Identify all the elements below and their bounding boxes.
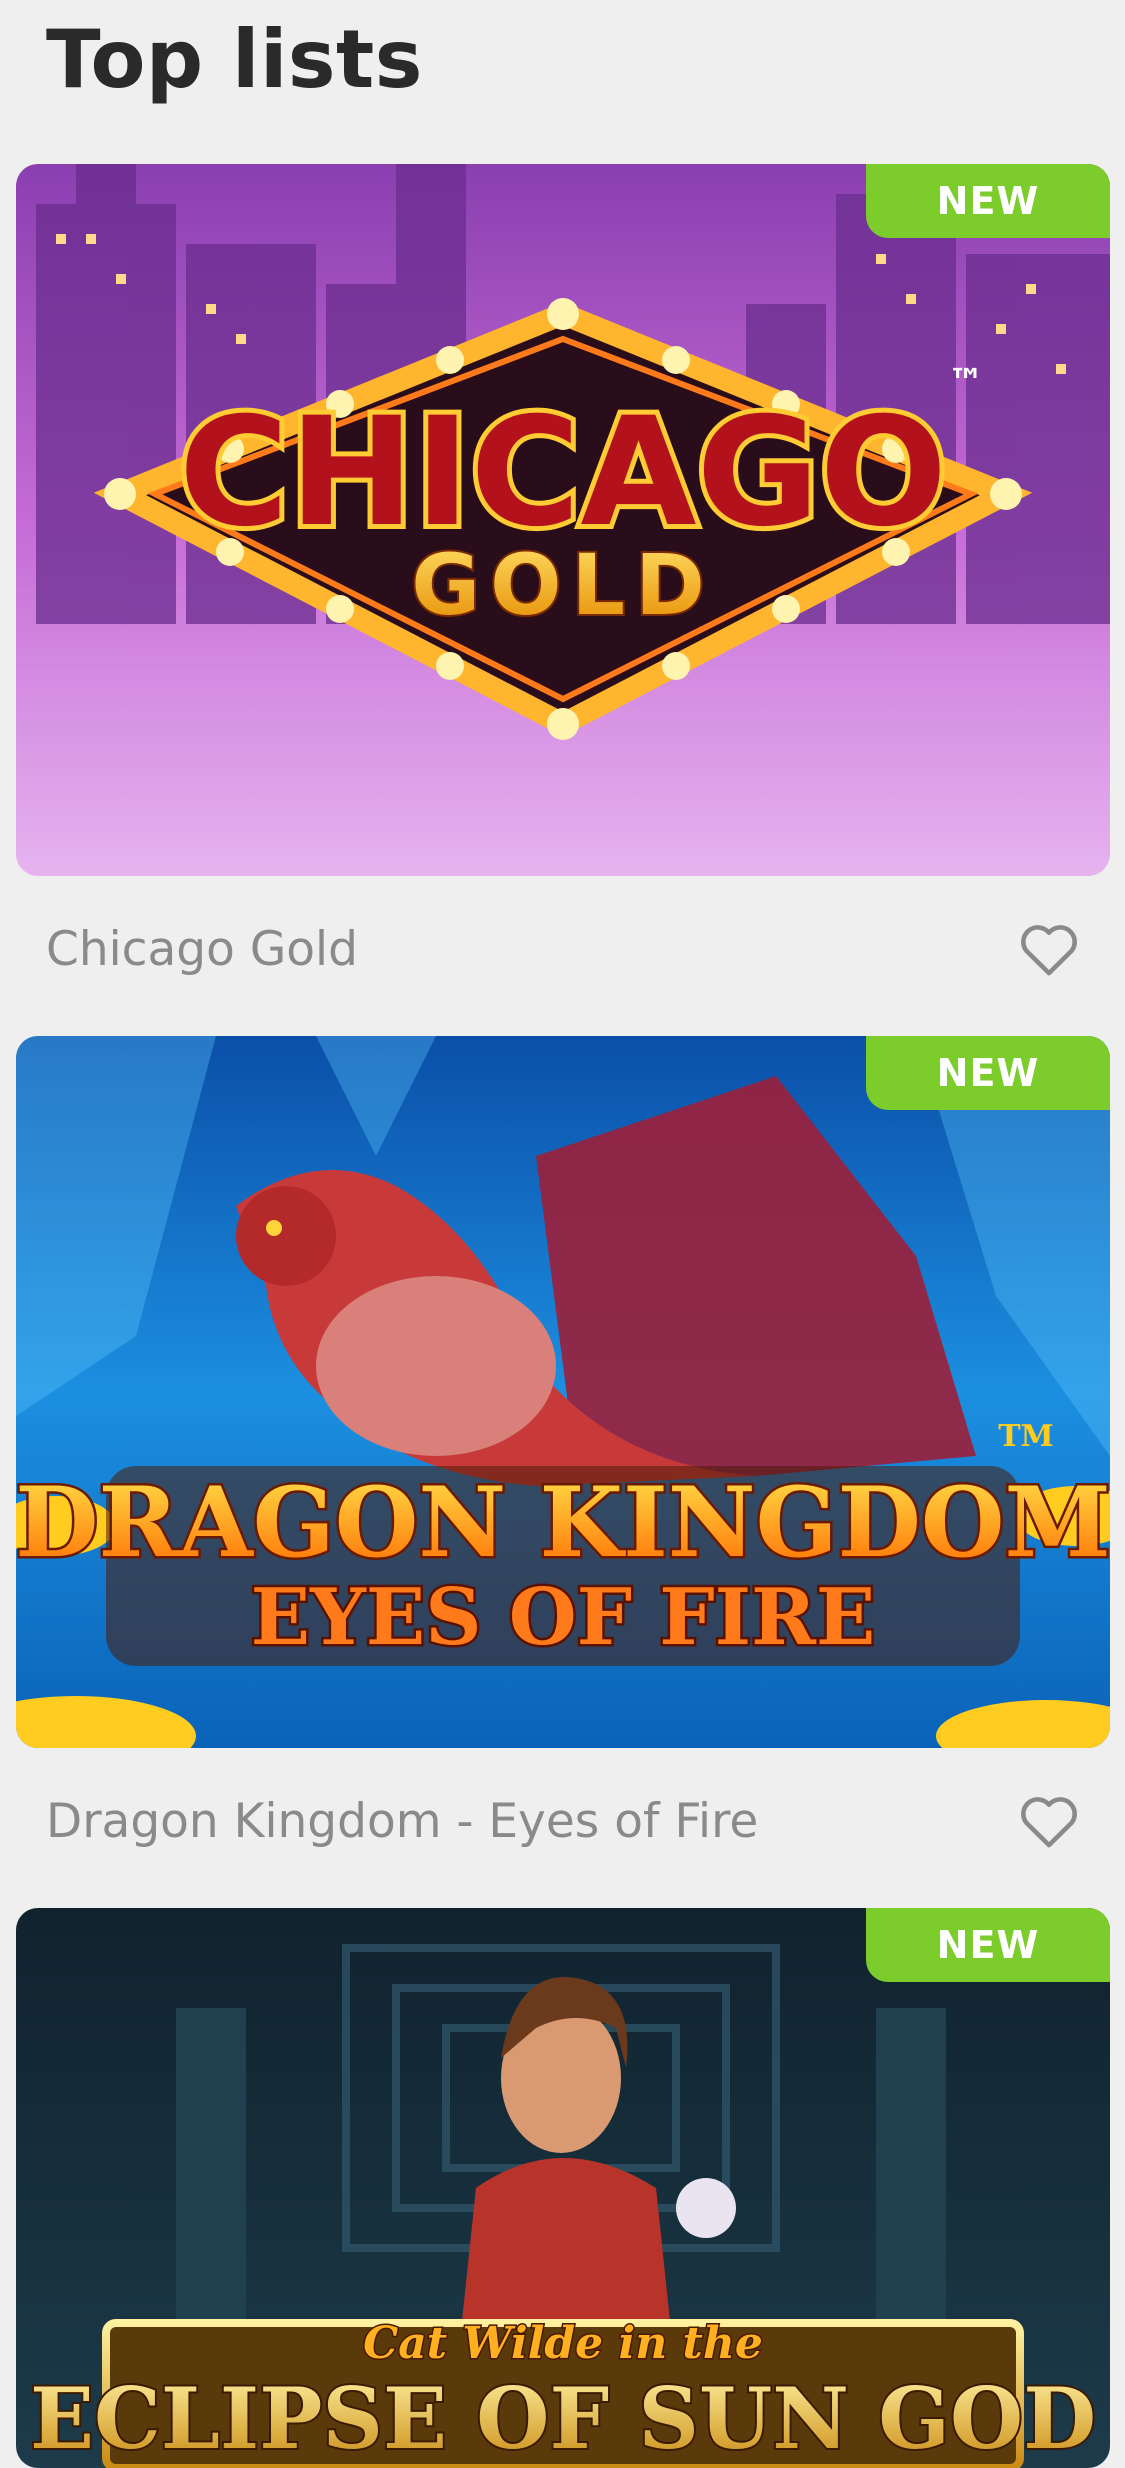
- logo-line2: EYES OF FIRE: [251, 1572, 876, 1663]
- new-badge: NEW: [866, 1036, 1110, 1110]
- game-title[interactable]: Chicago Gold: [46, 920, 358, 980]
- game-thumbnail: Cat Wilde in the ECLIPSE OF SUN GOD: [16, 1908, 1110, 2468]
- page-title: Top lists: [46, 13, 423, 106]
- trademark: ™: [948, 362, 984, 403]
- trademark: TM: [998, 1419, 1054, 1454]
- game-tile-dragon-kingdom[interactable]: DRAGON KINGDOM EYES OF FIRE TM NEW: [16, 1036, 1110, 1748]
- new-badge: NEW: [866, 164, 1110, 238]
- game-title[interactable]: Dragon Kingdom - Eyes of Fire: [46, 1792, 758, 1852]
- logo-line2: GOLD: [411, 536, 715, 634]
- favorite-heart-icon[interactable]: [1018, 921, 1080, 977]
- logo-line2: ECLIPSE OF SUN GOD: [30, 2369, 1096, 2468]
- game-thumbnail: CHICAGO GOLD ™: [16, 164, 1110, 876]
- favorite-heart-icon[interactable]: [1018, 1793, 1080, 1849]
- logo-line1: CHICAGO: [179, 386, 947, 560]
- new-badge: NEW: [866, 1908, 1110, 1982]
- game-tile-chicago-gold[interactable]: CHICAGO GOLD ™ NEW: [16, 164, 1110, 876]
- logo-line1: Cat Wilde in the: [363, 2318, 763, 2369]
- game-thumbnail: DRAGON KINGDOM EYES OF FIRE TM: [16, 1036, 1110, 1748]
- game-tile-cat-wilde[interactable]: Cat Wilde in the ECLIPSE OF SUN GOD NEW: [16, 1908, 1110, 2468]
- logo-line1: DRAGON KINGDOM: [16, 1466, 1110, 1579]
